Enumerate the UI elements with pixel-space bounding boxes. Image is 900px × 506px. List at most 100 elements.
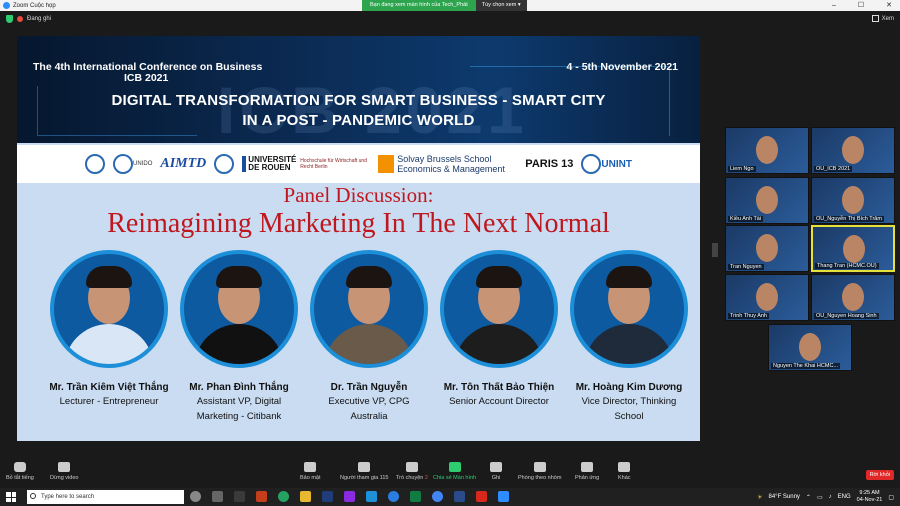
edge-icon[interactable] (388, 491, 399, 502)
view-button[interactable]: Xem (871, 15, 894, 22)
view-options-button[interactable]: Tùy chọn xem ▾ (475, 0, 527, 11)
participant-tile[interactable]: Trinh Thuy Anh (725, 274, 809, 321)
share-screen-button[interactable]: Chia sẻ Màn hình (433, 462, 476, 481)
solvay-text: Solvay Brussels School Economics & Manag… (397, 154, 505, 174)
cortana-icon[interactable] (190, 491, 201, 502)
breakout-rooms-button[interactable]: Phòng theo nhóm (518, 462, 561, 481)
mute-label: Bỏ tắt tiếng (6, 475, 34, 481)
record-dot-icon (17, 16, 23, 22)
unido-text: UNIDO (133, 161, 153, 167)
more-label: Khác (618, 475, 631, 481)
language-indicator[interactable]: ENG (838, 494, 851, 500)
partner-logo-icon (85, 154, 106, 174)
speaker-card: Mr. Hoàng Kim Dương Vice Director, Thinki… (559, 250, 699, 423)
reactions-button[interactable]: Phản ứng (575, 462, 599, 481)
more-dots-icon (618, 462, 631, 472)
participant-avatar (799, 333, 821, 361)
participant-tile[interactable]: OU_ICB 2021 (811, 127, 895, 174)
rouen-logo: UNIVERSITÉ DE ROUEN (242, 156, 296, 172)
app-blue-icon[interactable] (454, 491, 465, 502)
record-button[interactable]: Ghi (490, 462, 502, 481)
more-button[interactable]: Khác (618, 462, 631, 481)
clock[interactable]: 9:25 AM 04-Nov-21 (857, 490, 883, 504)
video-camera-icon (58, 462, 71, 472)
microphone-icon (13, 462, 26, 472)
minimize-icon[interactable]: – (832, 0, 836, 11)
photoshop-icon[interactable] (366, 491, 377, 502)
participants-label: Người tham gia (340, 475, 379, 481)
file-explorer-icon[interactable] (300, 491, 311, 502)
premiere-icon[interactable] (344, 491, 355, 502)
participant-tile[interactable]: Thang Tran (HCMC.OU) (811, 225, 895, 272)
participant-tile[interactable]: Liem Ngo (725, 127, 809, 174)
participants-button[interactable]: Người tham gia 115 (340, 462, 388, 481)
chat-label: Trò chuyện (396, 475, 424, 481)
mute-button[interactable]: Bỏ tắt tiếng (6, 462, 34, 481)
breakout-rooms-icon (533, 462, 546, 472)
close-icon[interactable]: ✕ (886, 0, 892, 11)
reactions-label: Phản ứng (575, 475, 600, 481)
globe-logo-icon (214, 154, 235, 174)
notification-icon[interactable]: ▢ (888, 494, 894, 501)
taskbar-apps (190, 491, 509, 502)
app-green-icon[interactable] (278, 491, 289, 502)
slide-headline: DIGITAL TRANSFORMATION FOR SMART BUSINES… (17, 91, 700, 131)
window-titlebar: Zoom Cuộc họp Bạn đang xem màn hình của … (0, 0, 900, 11)
participant-tile[interactable]: Nguyen The Khai HCMC... (768, 324, 852, 371)
participant-avatar (843, 235, 865, 263)
maximize-icon[interactable]: ☐ (858, 0, 864, 11)
speaker-role: Senior Account Director (449, 396, 549, 407)
speaker-hair (346, 266, 392, 288)
unint-logo: UNINT (581, 154, 632, 174)
chat-button[interactable]: Trò chuyện 2 (396, 462, 428, 481)
panel-label: Panel Discussion: (283, 183, 434, 207)
shield-icon[interactable] (6, 15, 13, 23)
shared-screen-slide: ICB 2021 The 4th International Conferenc… (17, 36, 700, 441)
solvay-logo: Solvay Brussels School Economics & Manag… (378, 154, 517, 174)
participant-name: Thang Tran (HCMC.OU) (815, 263, 879, 269)
leave-button[interactable]: Rời khỏi (865, 470, 894, 480)
video-button[interactable]: Dừng video (50, 462, 78, 481)
tray-chevron-icon[interactable]: ⌃ (806, 494, 811, 501)
participant-name: Trinh Thuy Anh (728, 313, 769, 319)
scroll-left-handle[interactable] (712, 243, 718, 257)
participant-avatar (756, 186, 778, 214)
participant-tile[interactable]: Tran Nguyen (725, 225, 809, 272)
participant-name: OU_ICB 2021 (814, 166, 853, 172)
clapper-icon[interactable] (234, 491, 245, 502)
slide-header: ICB 2021 The 4th International Conferenc… (17, 36, 700, 143)
video-label: Dừng video (50, 475, 79, 481)
network-icon[interactable]: ▭ (817, 494, 823, 501)
unido-logo: UNIDO (113, 154, 152, 174)
taskbar-search-input[interactable]: Type here to search (27, 490, 184, 504)
participant-avatar (756, 136, 778, 164)
volume-icon[interactable]: ♪ (829, 494, 832, 500)
excel-icon[interactable] (410, 491, 421, 502)
lightroom-icon[interactable] (322, 491, 333, 502)
windows-start-icon[interactable] (6, 492, 16, 502)
powerpoint-icon[interactable] (256, 491, 267, 502)
participant-tile[interactable]: OU_Nguyen Hoang Sinh (811, 274, 895, 321)
app-red-icon[interactable] (476, 491, 487, 502)
chrome-icon[interactable] (432, 491, 443, 502)
headline-line-1: DIGITAL TRANSFORMATION FOR SMART BUSINES… (111, 92, 606, 109)
speaker-body (64, 324, 154, 364)
security-button[interactable]: Bảo mật (300, 462, 320, 481)
weather-text[interactable]: 84°F Sunny (769, 494, 800, 500)
participant-tile[interactable]: OU_Nguyễn Thị Bích Trâm (811, 177, 895, 224)
speaker-name: Mr. Tôn Thất Bảo Thiện (443, 382, 555, 393)
speaker-photo (440, 250, 558, 368)
speaker-body (324, 324, 414, 364)
speaker-photo (310, 250, 428, 368)
participant-avatar (842, 136, 864, 164)
zoom-taskbar-icon[interactable] (498, 491, 509, 502)
speaker-card: Dr. Trần Nguyễn Executive VP, CPG Australi… (299, 250, 439, 423)
unint-text: UNINT (601, 158, 632, 170)
window-controls: – ☐ ✕ (832, 0, 892, 11)
meeting-top-bar: Đang ghi Xem (0, 11, 900, 29)
speaker-hair (606, 266, 652, 288)
task-view-icon[interactable] (212, 491, 223, 502)
participant-tile[interactable]: Kiều Anh Tài (725, 177, 809, 224)
aimtd-logo: AIMTD (160, 156, 207, 171)
panel-title: Reimagining Marketing In The Next Normal (107, 208, 610, 239)
